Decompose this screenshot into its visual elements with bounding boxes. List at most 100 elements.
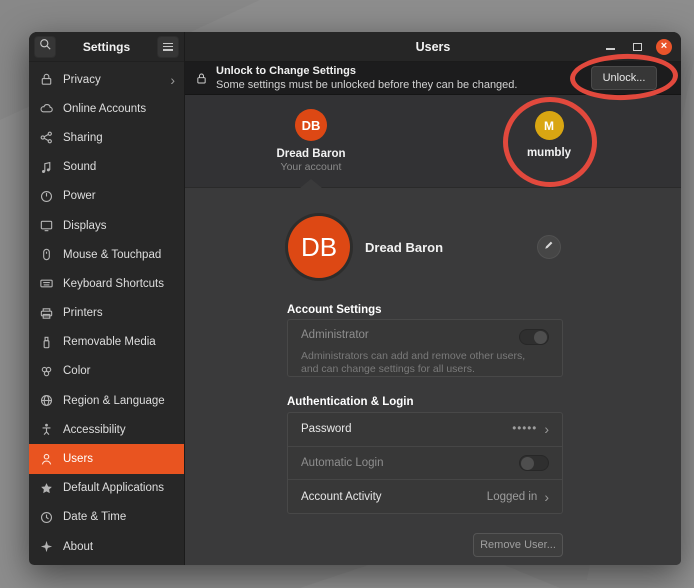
minimize-button[interactable] — [602, 39, 618, 55]
annotation-circle-mumbly — [503, 97, 597, 187]
automatic-login-toggle[interactable] — [519, 455, 549, 471]
desktop-background: Settings Privacy › Online Accounts Sha — [0, 0, 694, 588]
account-activity-value: Logged in — [487, 491, 538, 503]
sidebar-item-label: Keyboard Shortcuts — [63, 278, 164, 290]
sidebar-item-label: Date & Time — [63, 511, 126, 523]
cloud-icon — [38, 101, 54, 117]
printer-icon — [38, 305, 54, 321]
accessibility-icon — [38, 422, 54, 438]
password-value: ••••• — [512, 423, 537, 435]
sidebar-item-printers[interactable]: Printers — [29, 299, 184, 328]
sidebar-item-label: About — [63, 541, 93, 553]
sidebar-item-privacy[interactable]: Privacy › — [29, 65, 184, 94]
chevron-right-icon: › — [544, 422, 549, 436]
close-button[interactable]: × — [656, 39, 672, 55]
keyboard-icon — [38, 276, 54, 292]
globe-icon — [38, 393, 54, 409]
sidebar-item-region-language[interactable]: Region & Language — [29, 386, 184, 415]
authentication-list: Password ••••• › Automatic Login Account… — [287, 412, 563, 514]
avatar: DB — [295, 109, 327, 141]
users-panel: Users × Unlock to Change Settings Some s… — [185, 32, 681, 565]
display-icon — [38, 218, 54, 234]
account-activity-row[interactable]: Account Activity Logged in › — [288, 479, 562, 513]
app-title: Settings — [56, 40, 157, 54]
carousel-user-dread-baron[interactable]: DB Dread Baron Your account — [251, 109, 371, 173]
sidebar-item-keyboard-shortcuts[interactable]: Keyboard Shortcuts — [29, 269, 184, 298]
sidebar-item-label: Sharing — [63, 132, 103, 144]
sidebar-item-mouse-touchpad[interactable]: Mouse & Touchpad — [29, 240, 184, 269]
account-settings-heading: Account Settings — [287, 304, 382, 316]
account-activity-label: Account Activity — [301, 491, 382, 503]
user-carousel: DB Dread Baron Your account M mumbly — [185, 95, 681, 188]
power-icon — [38, 188, 54, 204]
usb-drive-icon — [38, 334, 54, 350]
sidebar-item-users[interactable]: Users — [29, 444, 184, 473]
sidebar-item-about[interactable]: About — [29, 532, 184, 561]
hamburger-icon — [163, 43, 173, 51]
sidebar-item-label: Online Accounts — [63, 103, 146, 115]
sidebar-item-online-accounts[interactable]: Online Accounts — [29, 94, 184, 123]
chevron-right-icon: › — [170, 73, 175, 87]
profile-avatar: DB — [288, 216, 350, 278]
starburst-icon — [38, 539, 54, 555]
sidebar-item-label: Printers — [63, 307, 103, 319]
sidebar-item-label: Privacy — [63, 74, 101, 86]
search-icon — [38, 37, 53, 57]
automatic-login-label: Automatic Login — [301, 457, 383, 469]
sidebar-item-label: Sound — [63, 161, 96, 173]
chevron-right-icon: › — [544, 490, 549, 504]
sidebar-item-label: Displays — [63, 220, 106, 232]
sidebar-item-power[interactable]: Power — [29, 182, 184, 211]
primary-menu-button[interactable] — [157, 36, 179, 58]
user-subtitle: Your account — [281, 161, 342, 173]
sidebar-item-color[interactable]: Color — [29, 357, 184, 386]
sidebar-item-default-applications[interactable]: Default Applications — [29, 474, 184, 503]
clock-icon — [38, 509, 54, 525]
sidebar-item-accessibility[interactable]: Accessibility — [29, 415, 184, 444]
star-icon — [38, 480, 54, 496]
music-note-icon — [38, 159, 54, 175]
automatic-login-row: Automatic Login — [288, 446, 562, 480]
share-icon — [38, 130, 54, 146]
password-label: Password — [301, 423, 352, 435]
administrator-row: Administrator Administrators can add and… — [287, 319, 563, 377]
administrator-description: Administrators can add and remove other … — [301, 350, 527, 376]
selected-user-arrow — [300, 179, 322, 188]
sidebar-item-label: Color — [63, 365, 90, 377]
sidebar-list: Privacy › Online Accounts Sharing Sound — [29, 62, 184, 565]
remove-user-button[interactable]: Remove User... — [473, 533, 563, 557]
sidebar-item-displays[interactable]: Displays — [29, 211, 184, 240]
color-icon — [38, 363, 54, 379]
administrator-label: Administrator — [301, 329, 369, 341]
pencil-icon — [543, 238, 555, 256]
sidebar-item-date-time[interactable]: Date & Time — [29, 503, 184, 532]
sidebar: Settings Privacy › Online Accounts Sha — [29, 32, 185, 565]
profile-name: Dread Baron — [365, 240, 443, 255]
user-icon — [38, 451, 54, 467]
lock-icon — [195, 72, 208, 85]
infobar-subtitle: Some settings must be unlocked before th… — [216, 78, 517, 92]
sidebar-item-sound[interactable]: Sound — [29, 153, 184, 182]
edit-avatar-button[interactable] — [537, 235, 561, 259]
maximize-button[interactable] — [629, 39, 645, 55]
authentication-heading: Authentication & Login — [287, 396, 413, 408]
infobar-title: Unlock to Change Settings — [216, 64, 517, 78]
password-row[interactable]: Password ••••• › — [288, 413, 562, 446]
window-controls: × — [602, 39, 681, 55]
lock-icon — [38, 72, 54, 88]
sidebar-item-label: Default Applications — [63, 482, 164, 494]
sidebar-item-removable-media[interactable]: Removable Media — [29, 328, 184, 357]
sidebar-item-sharing[interactable]: Sharing — [29, 123, 184, 152]
sidebar-item-label: Accessibility — [63, 424, 126, 436]
search-button[interactable] — [34, 36, 56, 58]
sidebar-item-label: Users — [63, 453, 93, 465]
infobar-text: Unlock to Change Settings Some settings … — [216, 64, 517, 93]
sidebar-item-label: Mouse & Touchpad — [63, 249, 161, 261]
administrator-toggle[interactable] — [519, 329, 549, 345]
sidebar-item-label: Removable Media — [63, 336, 156, 348]
sidebar-item-label: Region & Language — [63, 395, 165, 407]
sidebar-headerbar: Settings — [29, 32, 184, 62]
mouse-icon — [38, 247, 54, 263]
user-name: Dread Baron — [276, 148, 345, 160]
sidebar-item-label: Power — [63, 190, 96, 202]
